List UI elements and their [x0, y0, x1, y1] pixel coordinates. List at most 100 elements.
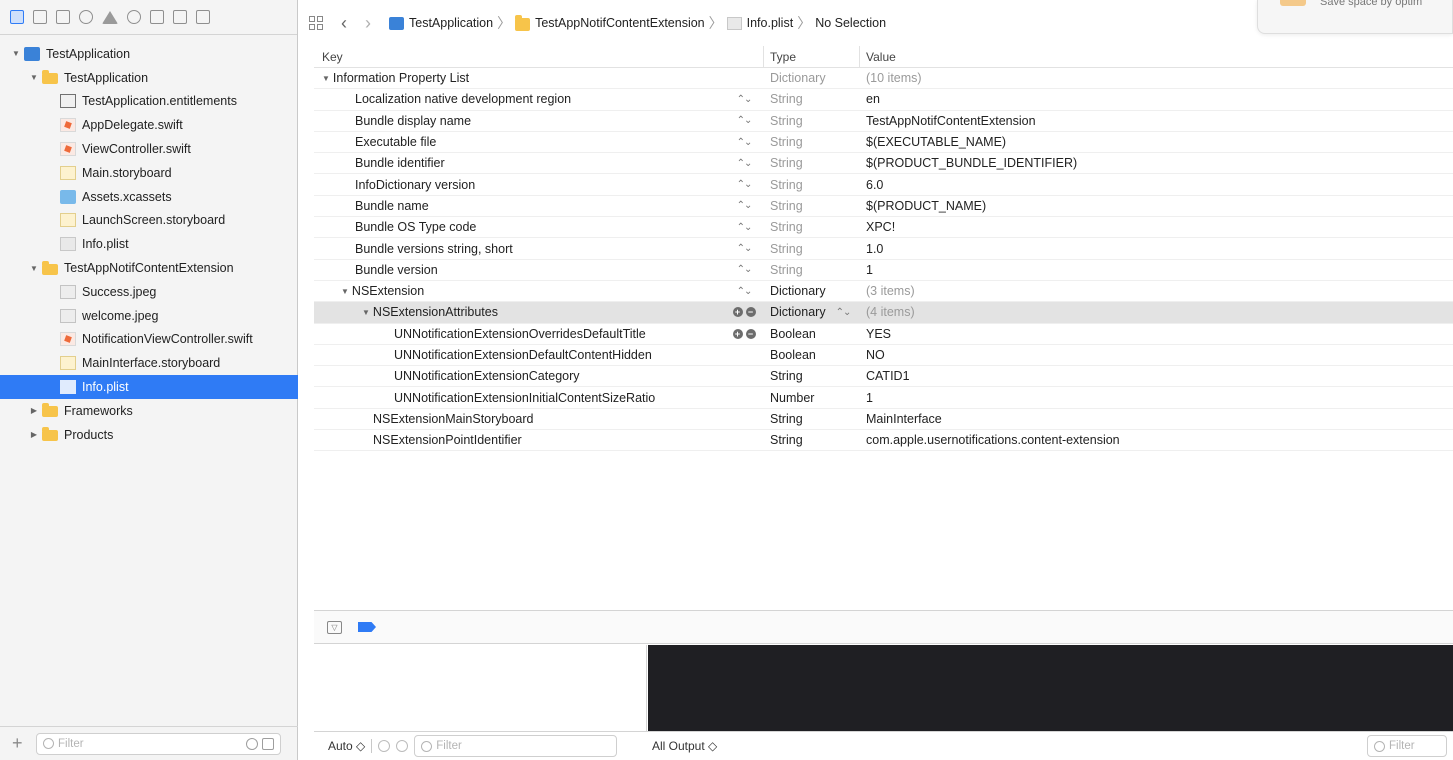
remove-row-icon[interactable]: −: [745, 307, 756, 318]
plist-row-highlighted[interactable]: ▼ NSExtensionAttributes + − Dictionary ⌃⌄ (…: [314, 302, 1453, 324]
source-control-icon[interactable]: [33, 10, 47, 24]
navigator-filter-input[interactable]: Filter: [36, 732, 281, 755]
tree-item-file[interactable]: Info.plist: [0, 232, 298, 256]
plist-row[interactable]: ▼ NSExtension ⌃⌄ Dictionary (3 items): [314, 281, 1453, 303]
plist-value[interactable]: TestAppNotifContentExtension: [860, 114, 1036, 128]
tree-item-file[interactable]: AppDelegate.swift: [0, 113, 298, 137]
variables-scope-select[interactable]: Auto ◇: [314, 739, 365, 753]
disclosure-closed-icon[interactable]: ▶: [30, 430, 38, 439]
tree-item-file-selected[interactable]: Info.plist: [0, 375, 298, 399]
plist-row[interactable]: Bundle display name ⌃⌄ String TestAppNot…: [314, 111, 1453, 132]
console-filter-input[interactable]: Filter: [1367, 735, 1447, 757]
tree-item-file[interactable]: ViewController.swift: [0, 137, 298, 161]
plist-row[interactable]: Executable file ⌃⌄ String $(EXECUTABLE_N…: [314, 132, 1453, 154]
plist-row[interactable]: Bundle identifier ⌃⌄ String $(PRODUCT_BU…: [314, 153, 1453, 175]
notification-banner[interactable]: Save space by optim: [1257, 0, 1453, 34]
plist-row[interactable]: ▼ Information Property List Dictionary (1…: [314, 68, 1453, 90]
issue-icon[interactable]: [102, 10, 118, 24]
plist-value[interactable]: CATID1: [860, 369, 910, 383]
disclosure-open-icon[interactable]: ▼: [30, 264, 38, 273]
key-stepper-icon[interactable]: ⌃⌄: [737, 286, 753, 297]
disclosure-open-icon[interactable]: ▼: [12, 49, 20, 58]
breadcrumb-file[interactable]: Info.plist: [726, 16, 793, 30]
tree-item-file[interactable]: LaunchScreen.storyboard: [0, 209, 298, 233]
plist-row[interactable]: Bundle version ⌃⌄ String 1: [314, 260, 1453, 281]
tree-item-file[interactable]: Main.storyboard: [0, 161, 298, 185]
plist-value[interactable]: 6.0: [860, 178, 883, 192]
plist-row[interactable]: NSExtensionPointIdentifier String com.ap…: [314, 430, 1453, 452]
column-header-value[interactable]: Value: [860, 46, 896, 67]
tree-item-file[interactable]: TestApplication.entitlements: [0, 90, 298, 114]
plist-value[interactable]: com.apple.usernotifications.content-exte…: [860, 433, 1120, 447]
disclosure-open-icon[interactable]: ▼: [341, 287, 349, 296]
output-select[interactable]: All Output ◇: [652, 739, 717, 753]
plist-row[interactable]: UNNotificationExtensionOverridesDefaultT…: [314, 324, 1453, 345]
plist-row[interactable]: NSExtensionMainStoryboard String MainInt…: [314, 409, 1453, 431]
tree-item-group[interactable]: ▶ Frameworks: [0, 399, 298, 423]
tree-item-file[interactable]: NotificationViewController.swift: [0, 328, 298, 352]
plist-row[interactable]: InfoDictionary version ⌃⌄ String 6.0: [314, 174, 1453, 196]
variables-filter-input[interactable]: Filter: [414, 735, 618, 757]
key-stepper-icon[interactable]: ⌃⌄: [737, 243, 753, 254]
forward-arrow-icon[interactable]: ›: [365, 14, 371, 32]
breakpoint-icon[interactable]: [173, 10, 187, 24]
add-row-icon[interactable]: +: [732, 328, 743, 339]
tree-item-group[interactable]: ▼ TestAppNotifContentExtension: [0, 256, 298, 280]
find-icon[interactable]: [79, 10, 93, 24]
plist-value[interactable]: XPC!: [860, 220, 895, 234]
back-arrow-icon[interactable]: ‹: [341, 14, 347, 32]
plist-row[interactable]: Localization native development region ⌃…: [314, 89, 1453, 111]
column-header-key[interactable]: Key: [314, 46, 764, 67]
tree-item-file[interactable]: welcome.jpeg: [0, 304, 298, 328]
column-header-type[interactable]: Type: [764, 46, 860, 67]
plist-row[interactable]: Bundle name ⌃⌄ String $(PRODUCT_NAME): [314, 196, 1453, 218]
quick-look-icon[interactable]: [378, 740, 391, 752]
plist-value[interactable]: $(PRODUCT_NAME): [860, 199, 986, 213]
folder-icon[interactable]: [10, 10, 24, 24]
disclosure-open-icon[interactable]: ▼: [322, 74, 330, 83]
tree-item-file[interactable]: Assets.xcassets: [0, 185, 298, 209]
debug-icon[interactable]: [150, 10, 164, 24]
plist-value[interactable]: en: [860, 92, 880, 106]
tree-item-group[interactable]: ▼ TestApplication: [0, 66, 298, 90]
plist-value[interactable]: 1.0: [860, 242, 883, 256]
key-stepper-icon[interactable]: ⌃⌄: [737, 179, 753, 190]
remove-row-icon[interactable]: −: [745, 328, 756, 339]
disclosure-open-icon[interactable]: ▼: [362, 308, 370, 317]
type-stepper-icon[interactable]: ⌃⌄: [836, 307, 852, 318]
key-stepper-icon[interactable]: ⌃⌄: [737, 200, 753, 211]
plist-value[interactable]: $(EXECUTABLE_NAME): [860, 135, 1006, 149]
report-icon[interactable]: [196, 10, 210, 24]
breadcrumb-selection[interactable]: No Selection: [815, 16, 886, 30]
plist-row[interactable]: UNNotificationExtensionDefaultContentHid…: [314, 345, 1453, 367]
tree-item-file[interactable]: Success.jpeg: [0, 280, 298, 304]
plist-value[interactable]: MainInterface: [860, 412, 942, 426]
key-stepper-icon[interactable]: ⌃⌄: [737, 115, 753, 126]
plist-value[interactable]: NO: [860, 348, 885, 362]
recent-files-icon[interactable]: [246, 737, 258, 750]
source-control-filter-icon[interactable]: [262, 737, 274, 750]
breakpoints-toggle-icon[interactable]: [358, 622, 376, 632]
key-stepper-icon[interactable]: ⌃⌄: [737, 158, 753, 169]
key-stepper-icon[interactable]: ⌃⌄: [737, 264, 753, 275]
breadcrumb-group[interactable]: TestAppNotifContentExtension: [515, 14, 705, 31]
plist-row[interactable]: UNNotificationExtensionInitialContentSiz…: [314, 387, 1453, 409]
plist-row[interactable]: UNNotificationExtensionCategory String C…: [314, 366, 1453, 388]
add-icon[interactable]: +: [12, 733, 28, 754]
plist-value[interactable]: YES: [860, 327, 891, 341]
variables-view[interactable]: [314, 645, 647, 731]
hide-debug-area-icon[interactable]: ▽: [327, 620, 342, 634]
test-icon[interactable]: [127, 10, 141, 24]
console-output[interactable]: [648, 645, 1453, 731]
add-row-icon[interactable]: +: [732, 307, 743, 318]
key-stepper-icon[interactable]: ⌃⌄: [737, 137, 753, 148]
related-items-icon[interactable]: [309, 16, 323, 30]
plist-row[interactable]: Bundle OS Type code ⌃⌄ String XPC!: [314, 217, 1453, 239]
plist-value[interactable]: 1: [860, 263, 873, 277]
disclosure-closed-icon[interactable]: ▶: [30, 406, 38, 415]
info-icon[interactable]: [396, 740, 409, 752]
plist-value[interactable]: 1: [860, 391, 873, 405]
tree-item-group[interactable]: ▶ Products: [0, 423, 298, 447]
plist-value[interactable]: $(PRODUCT_BUNDLE_IDENTIFIER): [860, 156, 1077, 170]
key-stepper-icon[interactable]: ⌃⌄: [737, 222, 753, 233]
